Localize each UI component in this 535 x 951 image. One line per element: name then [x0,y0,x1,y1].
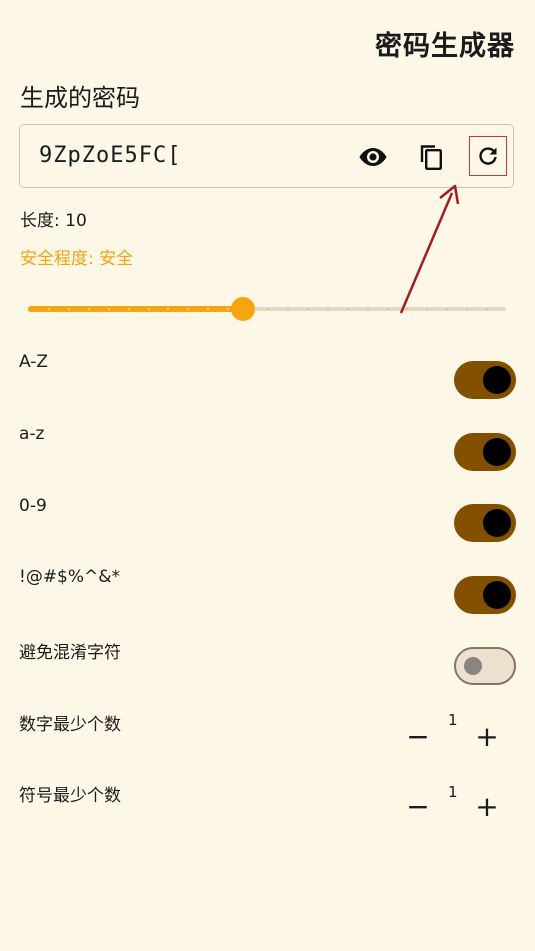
length-label: 长度: 10 [20,211,87,231]
slider-tick [48,308,50,310]
app-title: 密码生成器 [375,31,515,62]
slider-tick [426,308,428,310]
slider-tick [287,308,289,310]
password-field[interactable]: 9ZpZoE5FC[ [19,124,514,188]
slider-tick [167,308,169,310]
slider-tick [466,308,468,310]
slider-tick [88,308,90,310]
section-title: 生成的密码 [20,84,140,112]
slider-tick [267,308,269,310]
slider-tick [367,308,369,310]
slider-tick [327,308,329,310]
slider-tick [68,308,70,310]
password-value: 9ZpZoE5FC[ [39,143,182,168]
slider-tick [486,308,488,310]
min-digits-value: 1 [448,711,458,729]
option-uppercase-label: A-Z [19,352,49,372]
option-symbols-label: !@#$%^&* [19,567,121,587]
slider-thumb[interactable] [231,297,255,321]
min-symbols-label: 符号最少个数 [19,786,121,806]
option-lowercase-label: a-z [19,424,45,444]
min-symbols-value: 1 [448,783,458,801]
slider-tick [307,308,309,310]
min-digits-label: 数字最少个数 [19,715,121,735]
slider-tick [406,308,408,310]
min-symbols-decrement-button[interactable]: − [403,792,433,822]
option-symbols-toggle[interactable] [454,576,516,614]
option-digits-label: 0-9 [19,496,47,516]
option-uppercase-toggle[interactable] [454,361,516,399]
slider-tick [128,308,130,310]
slider-tick [446,308,448,310]
toggle-knob [483,581,511,609]
safety-label: 安全程度: 安全 [20,249,134,269]
option-avoid-ambiguous-label: 避免混淆字符 [19,643,121,663]
slider-tick [108,308,110,310]
option-lowercase-toggle[interactable] [454,433,516,471]
refresh-icon[interactable] [469,136,507,176]
toggle-knob [464,657,482,675]
toggle-knob [483,438,511,466]
min-digits-decrement-button[interactable]: − [403,722,433,752]
slider-tick [387,308,389,310]
slider-tick [148,308,150,310]
min-symbols-increment-button[interactable]: + [472,792,502,822]
slider-tick [347,308,349,310]
option-digits-toggle[interactable] [454,504,516,542]
length-slider[interactable] [28,294,506,324]
option-avoid-ambiguous-toggle[interactable] [454,647,516,685]
toggle-knob [483,509,511,537]
copy-icon[interactable] [411,137,451,177]
slider-tick [207,308,209,310]
min-digits-increment-button[interactable]: + [472,722,502,752]
slider-track-active [28,306,243,312]
slider-tick [227,308,229,310]
slider-tick [187,308,189,310]
toggle-knob [483,366,511,394]
eye-icon[interactable] [353,137,393,177]
